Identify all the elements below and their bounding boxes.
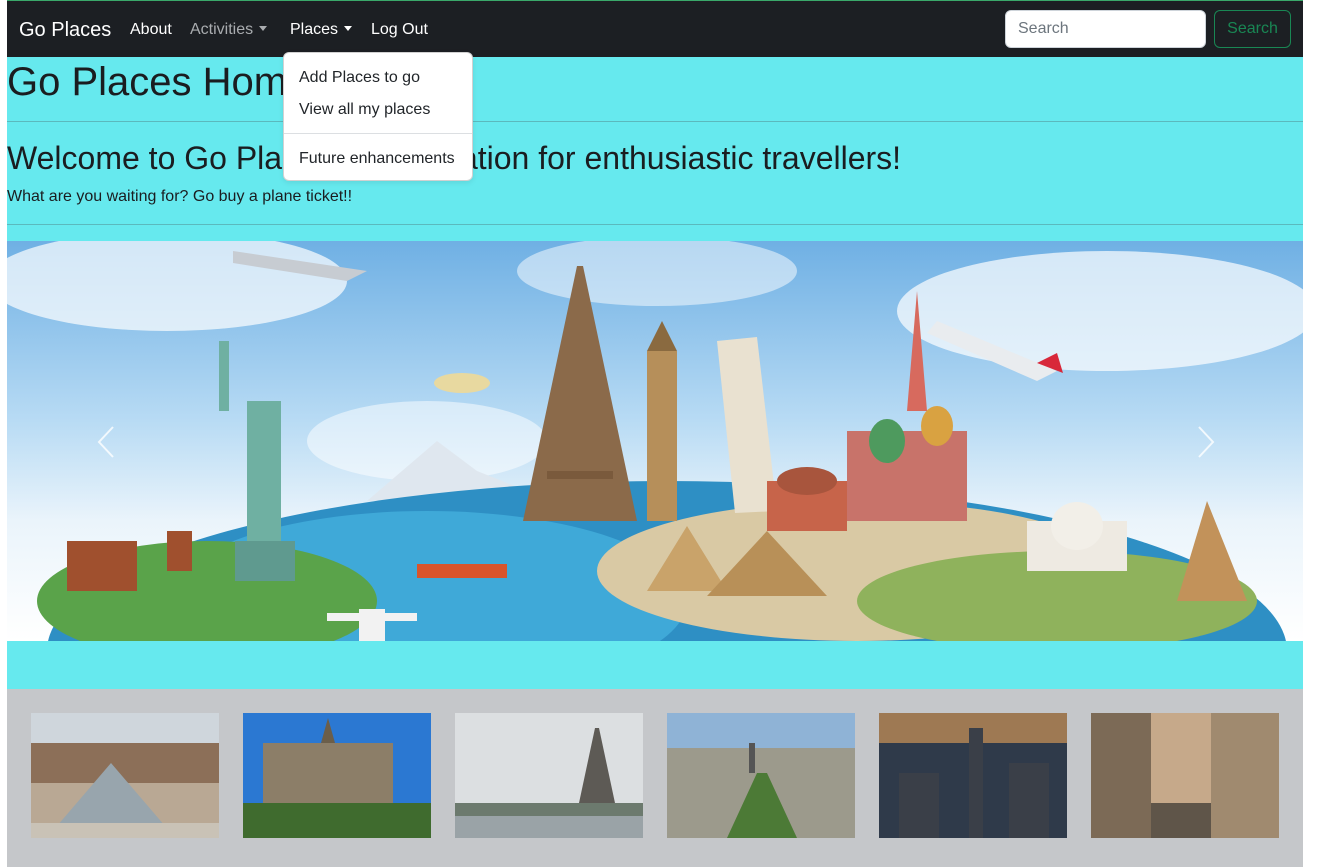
- thumbnail-image: [31, 713, 219, 838]
- lead-text: What are you waiting for? Go buy a plane…: [7, 188, 353, 205]
- nav-link-places-label: Places: [290, 21, 339, 38]
- caret-down-icon: [344, 26, 353, 31]
- caret-down-icon: [259, 26, 268, 31]
- nav-dropdown-places[interactable]: Places: [290, 21, 353, 39]
- nav-link-about[interactable]: About: [130, 21, 172, 39]
- navbar-brand[interactable]: Go Places: [19, 19, 111, 42]
- dropdown-item-view-places[interactable]: View all my places: [299, 101, 430, 119]
- thumbnail[interactable]: [1091, 713, 1279, 838]
- dropdown-item-add-places[interactable]: Add Places to go: [299, 69, 420, 87]
- navbar: Go Places About Activities Places Log Ou…: [7, 0, 1303, 57]
- chevron-left-icon[interactable]: [95, 425, 119, 459]
- nav-link-activities-label: Activities: [190, 21, 254, 38]
- search-input[interactable]: [1005, 10, 1206, 48]
- thumbnail-image: [455, 713, 643, 838]
- carousel: [7, 241, 1303, 641]
- carousel-image: [7, 241, 1303, 641]
- thumbnail-image: [243, 713, 431, 838]
- thumbnail[interactable]: [667, 713, 855, 838]
- nav-dropdown-activities[interactable]: Activities: [190, 21, 268, 39]
- page-title: Go Places Home: [7, 60, 310, 104]
- dropdown-item-future-enhancements[interactable]: Future enhancements: [299, 150, 455, 168]
- dropdown-divider: [284, 133, 472, 134]
- places-dropdown-menu: Add Places to go View all my places Futu…: [283, 52, 473, 181]
- nav-link-logout[interactable]: Log Out: [371, 21, 428, 39]
- thumbnail-image: [667, 713, 855, 838]
- divider: [7, 224, 1303, 225]
- thumbnail[interactable]: [455, 713, 643, 838]
- search-button[interactable]: Search: [1214, 10, 1291, 48]
- divider: [7, 121, 1303, 122]
- thumbnail-strip: [7, 689, 1303, 867]
- thumbnail[interactable]: [31, 713, 219, 838]
- thumbnail[interactable]: [243, 713, 431, 838]
- thumbnail-image: [879, 713, 1067, 838]
- thumbnail-image: [1091, 713, 1279, 838]
- chevron-right-icon[interactable]: [1193, 425, 1217, 459]
- thumbnail[interactable]: [879, 713, 1067, 838]
